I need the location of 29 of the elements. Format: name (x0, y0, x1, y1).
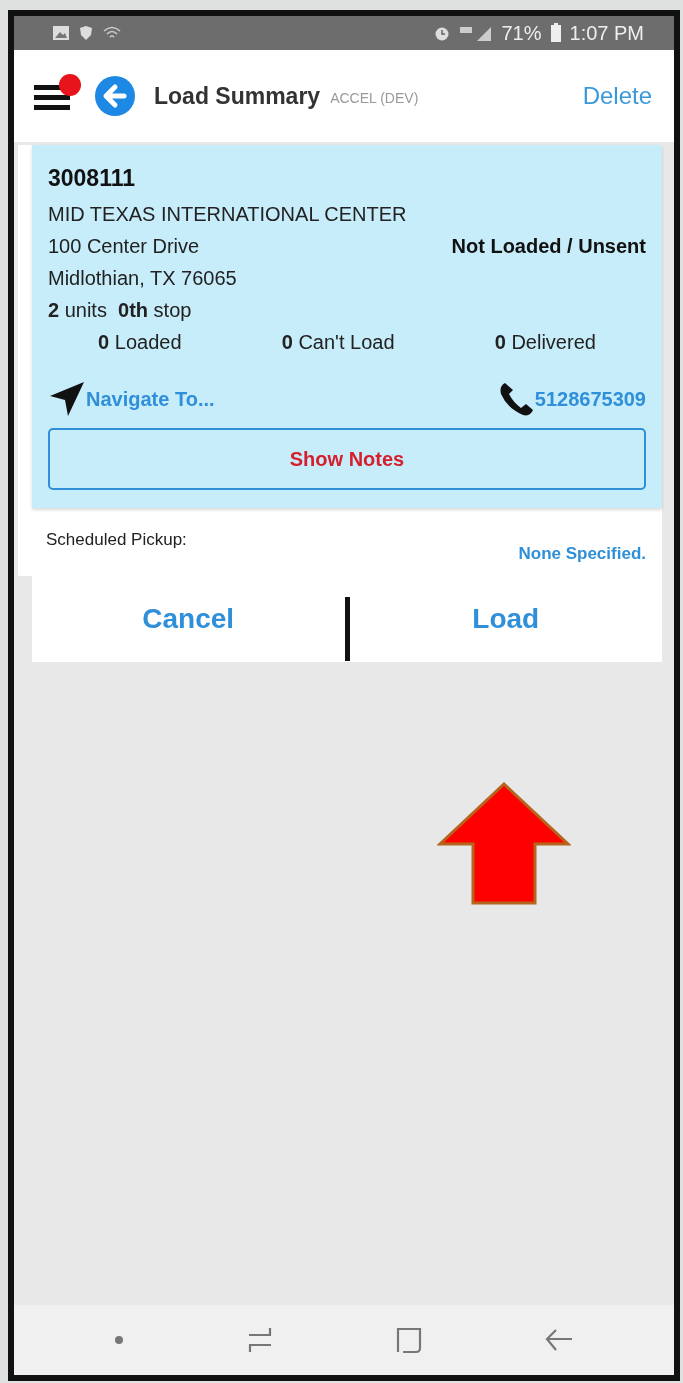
screen-title: Load Summary (154, 82, 321, 110)
phone-link[interactable]: 5128675309 (496, 380, 646, 418)
count-label: 0 Delivered (494, 330, 596, 355)
show-notes-button[interactable]: Show Notes (48, 428, 646, 490)
signal-icon (459, 24, 494, 42)
environment-label: ACCEL (DEV) (330, 90, 419, 106)
units-summary: 2 units 0th stop (48, 298, 193, 323)
load-status: Not Loaded / Unsent (451, 234, 646, 258)
home-icon[interactable] (395, 1326, 424, 1354)
battery-icon (549, 23, 562, 43)
stop-number: 3008111 (48, 165, 136, 192)
cancel-button[interactable]: Cancel (32, 576, 345, 662)
count-label: 0 Loaded (98, 330, 182, 355)
clock: 1:07 PM (569, 21, 644, 45)
battery-percent: 71% (501, 21, 542, 45)
delete-button[interactable]: Delete (578, 78, 656, 114)
shield-icon (78, 25, 94, 41)
schedule-label: Scheduled Pickup: (46, 530, 187, 551)
count-label: 0 Can't Load (281, 330, 395, 355)
dot-icon[interactable] (114, 1335, 125, 1345)
image-icon (52, 25, 70, 41)
load-button[interactable]: Load (349, 576, 662, 662)
back-icon[interactable] (94, 75, 136, 117)
street-address: 100 Center Drive (48, 234, 200, 259)
city-address: Midlothian, TX 76065 (48, 266, 238, 291)
schedule-value: None Specified. (518, 544, 646, 564)
location-name: MID TEXAS INTERNATIONAL CENTER (48, 202, 408, 227)
navigate-link[interactable]: Navigate To... (48, 380, 215, 418)
navigation-arrow-icon (48, 380, 86, 418)
